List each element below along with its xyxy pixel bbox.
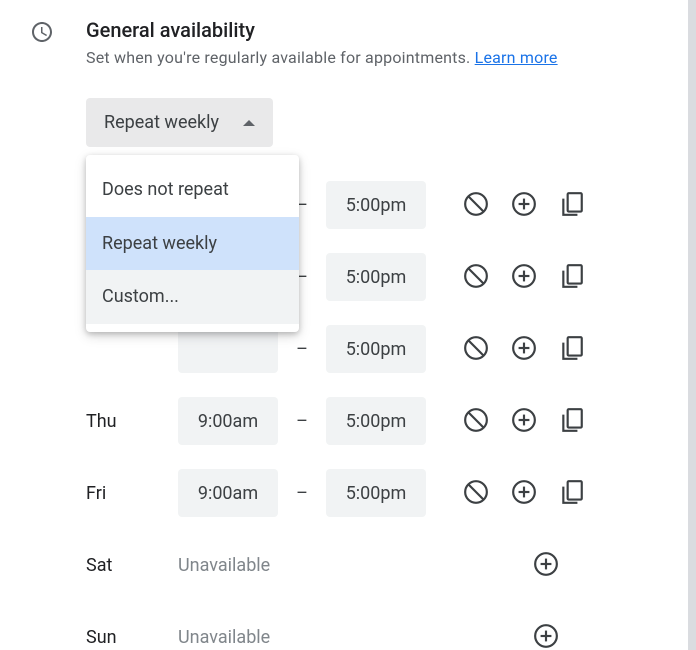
day-label: Sat [86,555,178,576]
repeat-dropdown-label: Repeat weekly [104,112,219,133]
dropdown-option-does-not-repeat[interactable]: Does not repeat [86,163,299,217]
learn-more-link[interactable]: Learn more [475,48,558,67]
block-icon [463,407,489,436]
plus-circle-icon [533,551,559,580]
day-label: Sun [86,627,178,648]
day-row-fri: Fri 9:00am – 5:00pm [86,457,676,529]
dropdown-option-repeat-weekly[interactable]: Repeat weekly [86,217,299,271]
copy-icon [559,335,585,364]
start-time-input[interactable]: 9:00am [178,469,278,517]
copy-icon [559,191,585,220]
end-time-input[interactable]: 5:00pm [326,253,426,301]
block-icon [463,263,489,292]
unavailable-button[interactable] [462,263,490,291]
plus-circle-icon [511,479,537,508]
unavailable-label: Unavailable [178,555,270,576]
time-dash: – [278,411,326,432]
copy-button[interactable] [558,191,586,219]
copy-button[interactable] [558,479,586,507]
copy-icon [559,479,585,508]
unavailable-label: Unavailable [178,627,270,648]
day-row-sun: Sun Unavailable [86,601,644,650]
subtitle-text: Set when you're regularly available for … [86,48,475,67]
section-subtitle: Set when you're regularly available for … [86,46,676,70]
end-time-input[interactable]: 5:00pm [326,469,426,517]
add-time-button[interactable] [532,623,560,650]
copy-icon [559,263,585,292]
add-time-button[interactable] [510,191,538,219]
copy-button[interactable] [558,407,586,435]
copy-button[interactable] [558,263,586,291]
day-row-thu: Thu 9:00am – 5:00pm [86,385,676,457]
block-icon [463,479,489,508]
plus-circle-icon [511,335,537,364]
add-time-button[interactable] [510,335,538,363]
add-time-button[interactable] [510,263,538,291]
plus-circle-icon [511,407,537,436]
end-time-input[interactable]: 5:00pm [326,397,426,445]
add-time-button[interactable] [510,407,538,435]
day-label: Thu [86,411,178,432]
start-time-input[interactable]: 9:00am [178,397,278,445]
add-time-button[interactable] [510,479,538,507]
repeat-dropdown-menu: Does not repeat Repeat weekly Custom... [86,155,299,332]
unavailable-button[interactable] [462,479,490,507]
chevron-up-icon [243,120,255,126]
day-row-sat: Sat Unavailable [86,529,644,601]
start-time-input[interactable] [178,325,278,373]
plus-circle-icon [511,191,537,220]
dropdown-option-custom[interactable]: Custom... [86,270,299,324]
copy-icon [559,407,585,436]
add-time-button[interactable] [532,551,560,579]
repeat-dropdown-trigger[interactable]: Repeat weekly [86,98,273,147]
time-dash: – [278,339,326,360]
copy-button[interactable] [558,335,586,363]
day-label: Fri [86,483,178,504]
section-title: General availability [86,18,676,42]
plus-circle-icon [533,623,559,650]
end-time-input[interactable]: 5:00pm [326,181,426,229]
plus-circle-icon [511,263,537,292]
time-dash: – [278,483,326,504]
unavailable-button[interactable] [462,407,490,435]
block-icon [463,191,489,220]
clock-icon [22,18,62,44]
unavailable-button[interactable] [462,335,490,363]
block-icon [463,335,489,364]
end-time-input[interactable]: 5:00pm [326,325,426,373]
unavailable-button[interactable] [462,191,490,219]
